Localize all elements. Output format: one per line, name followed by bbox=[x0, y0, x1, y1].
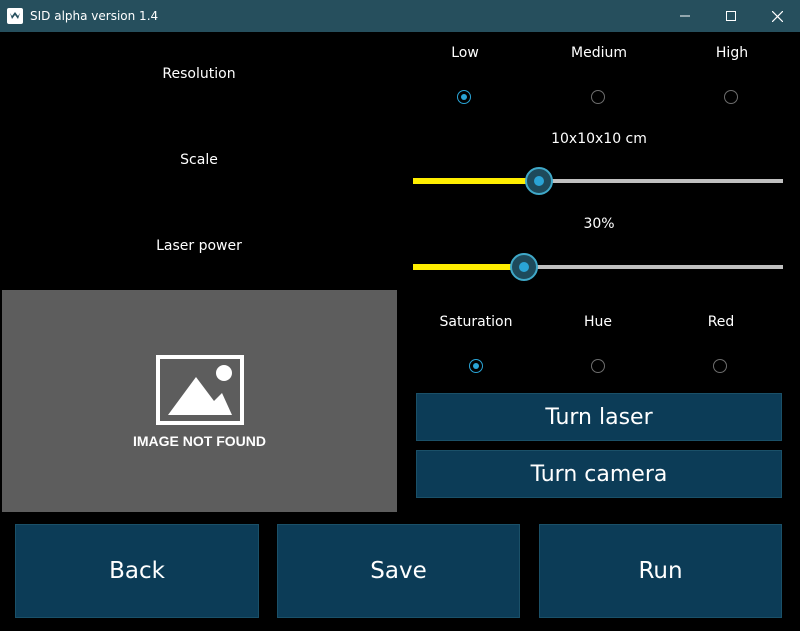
resolution-radio-medium[interactable] bbox=[591, 90, 605, 104]
scale-slider[interactable] bbox=[413, 166, 783, 196]
minimize-button[interactable] bbox=[662, 0, 708, 32]
scale-value: 10x10x10 cm bbox=[551, 131, 647, 147]
resolution-option-low-label: Low bbox=[451, 45, 479, 61]
turn-camera-button[interactable]: Turn camera bbox=[416, 450, 782, 498]
channel-radio-red[interactable] bbox=[713, 359, 727, 373]
scale-slider-fill bbox=[413, 178, 539, 184]
laser-power-slider-thumb[interactable] bbox=[510, 253, 538, 281]
channel-radio-hue[interactable] bbox=[591, 359, 605, 373]
laser-power-slider-fill bbox=[413, 264, 524, 270]
close-icon bbox=[771, 10, 783, 22]
laser-power-value: 30% bbox=[583, 216, 615, 232]
resolution-radio-high[interactable] bbox=[724, 90, 738, 104]
maximize-button[interactable] bbox=[708, 0, 754, 32]
channel-option-hue-label: Hue bbox=[583, 314, 612, 330]
save-button[interactable]: Save bbox=[277, 524, 520, 618]
window-title: SID alpha version 1.4 bbox=[30, 9, 159, 23]
resolution-radio-low[interactable] bbox=[457, 90, 471, 104]
image-not-found-text: IMAGE NOT FOUND bbox=[133, 433, 266, 449]
channel-option-saturation-label: Saturation bbox=[439, 314, 513, 330]
turn-laser-button[interactable]: Turn laser bbox=[416, 393, 782, 441]
channel-option-red-label: Red bbox=[707, 314, 735, 330]
title-bar: SID alpha version 1.4 bbox=[0, 0, 800, 32]
minimize-icon bbox=[680, 15, 690, 17]
scale-slider-thumb[interactable] bbox=[524, 167, 553, 195]
close-button[interactable] bbox=[754, 0, 800, 32]
scale-label: Scale bbox=[180, 152, 218, 168]
laser-power-slider[interactable] bbox=[413, 252, 783, 282]
resolution-option-high-label: High bbox=[715, 45, 749, 61]
run-button[interactable]: Run bbox=[539, 524, 782, 618]
back-button[interactable]: Back bbox=[15, 524, 259, 618]
image-placeholder-icon bbox=[156, 355, 244, 425]
channel-radio-saturation[interactable] bbox=[469, 359, 483, 373]
resolution-option-medium-label: Medium bbox=[571, 45, 627, 61]
resolution-label: Resolution bbox=[162, 66, 236, 82]
camera-image-panel: IMAGE NOT FOUND bbox=[2, 290, 397, 512]
laser-power-label: Laser power bbox=[156, 238, 242, 254]
app-logo-icon bbox=[7, 8, 23, 24]
maximize-icon bbox=[726, 11, 736, 21]
